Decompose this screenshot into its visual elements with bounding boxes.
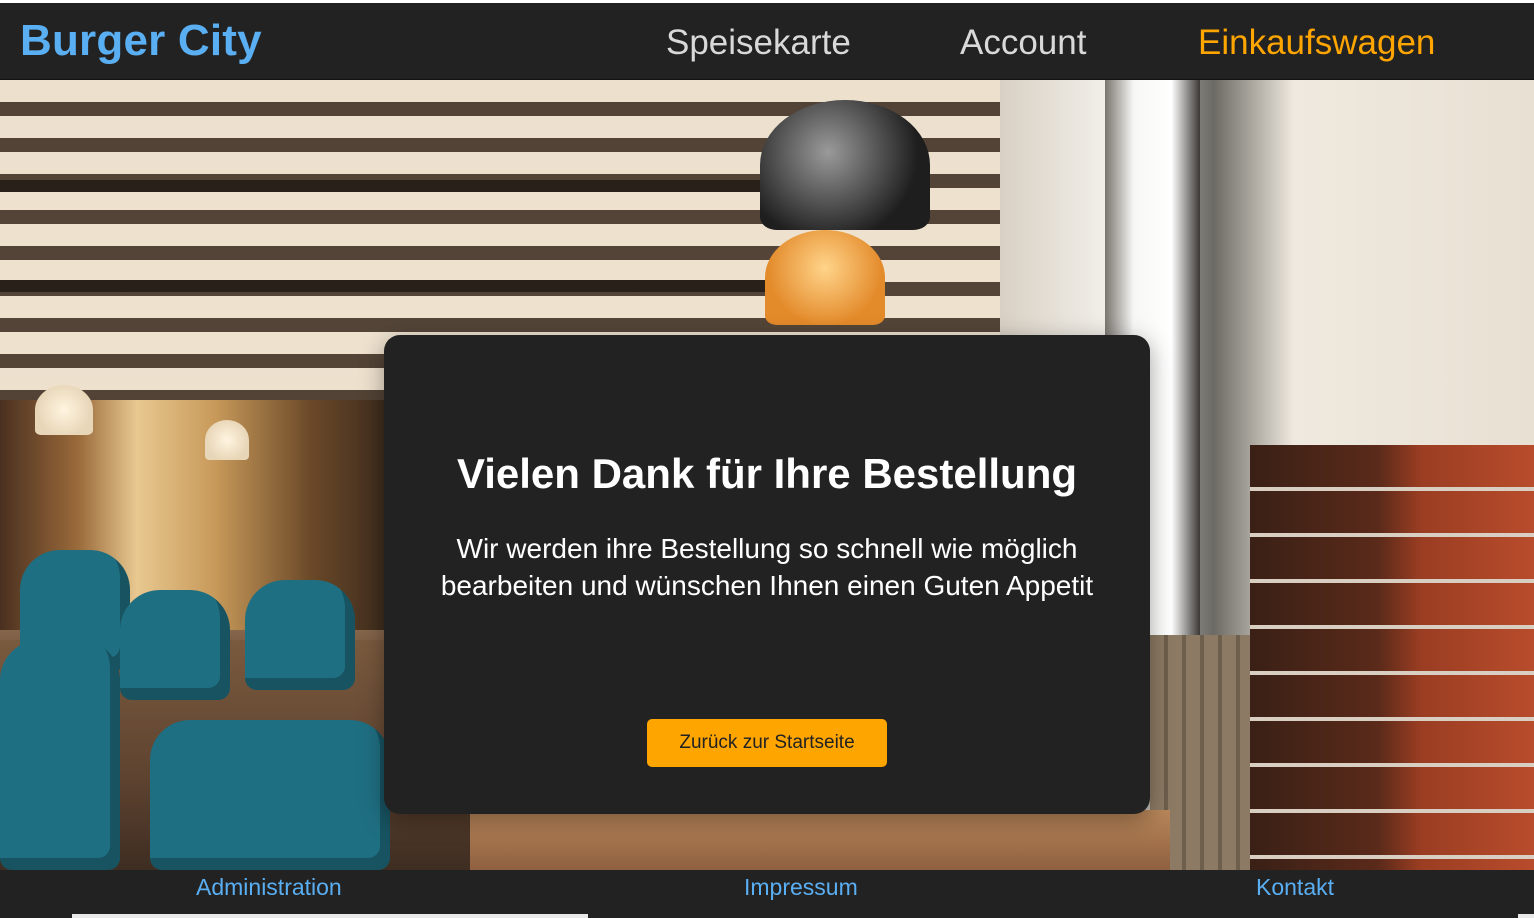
chair — [0, 640, 120, 870]
footer-divider — [72, 914, 588, 918]
nav-link-cart[interactable]: Einkaufswagen — [1198, 23, 1435, 63]
nav-link-speisekarte[interactable]: Speisekarte — [666, 23, 851, 63]
footer-link-administration[interactable]: Administration — [196, 873, 342, 901]
pendant-lamp-icon — [760, 100, 930, 230]
pendant-lamp-icon — [765, 230, 885, 325]
page: Burger City Speisekarte Account Einkaufs… — [0, 0, 1534, 918]
header-nav-bar: Burger City Speisekarte Account Einkaufs… — [0, 3, 1534, 80]
chair — [120, 590, 230, 700]
order-confirmation-card: Vielen Dank für Ihre Bestellung Wir werd… — [384, 335, 1150, 814]
brick-pillar — [1250, 445, 1534, 870]
footer-link-impressum[interactable]: Impressum — [744, 873, 858, 901]
footer: Administration Impressum Kontakt — [0, 870, 1534, 918]
confirmation-title: Vielen Dank für Ihre Bestellung — [456, 450, 1078, 497]
brand-logo-link[interactable]: Burger City — [20, 17, 262, 65]
ceiling-beam — [0, 180, 800, 192]
footer-link-kontakt[interactable]: Kontakt — [1256, 873, 1334, 901]
chair — [245, 580, 355, 690]
pendant-lamp-icon — [35, 385, 93, 435]
pendant-lamp-icon — [205, 420, 249, 460]
footer-divider — [1518, 914, 1534, 918]
foreground-table — [470, 810, 1170, 870]
nav-link-account[interactable]: Account — [960, 23, 1086, 63]
chair — [150, 720, 390, 870]
ceiling-beam — [0, 280, 780, 292]
confirmation-message: Wir werden ihre Bestellung so schnell wi… — [440, 533, 1094, 601]
back-to-home-button[interactable]: Zurück zur Startseite — [647, 719, 887, 767]
